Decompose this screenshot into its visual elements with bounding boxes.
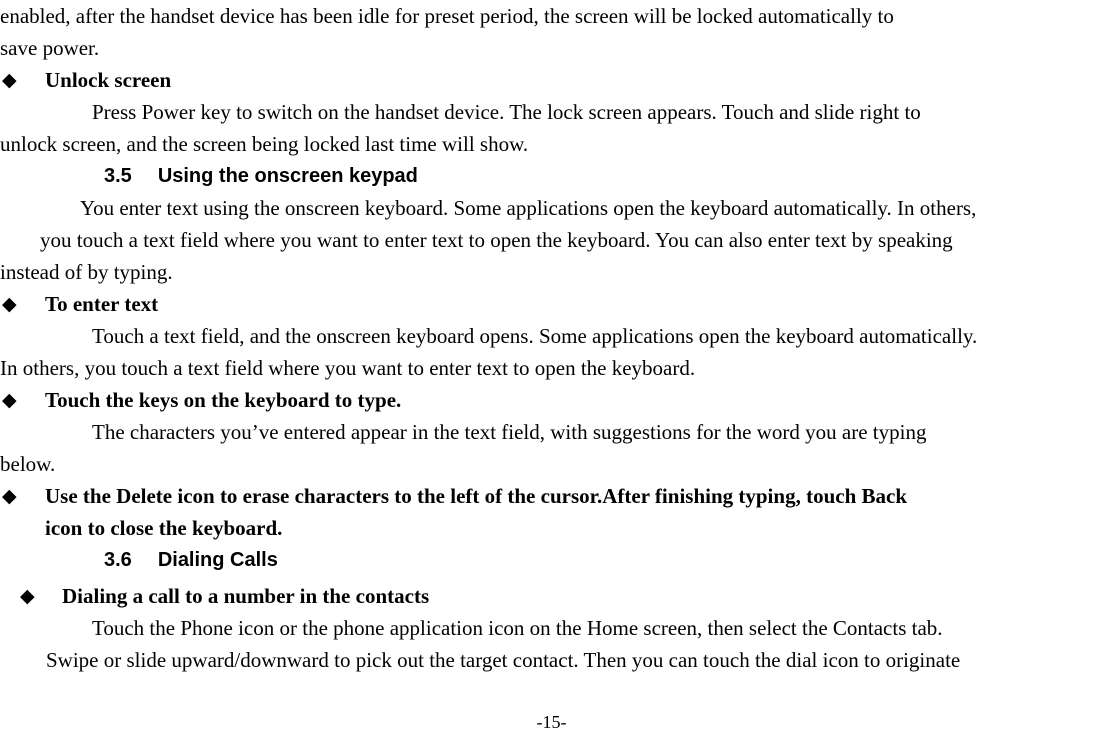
bullet-touch-keys-label: Touch the keys on the keyboard to type. [45,388,402,412]
touch-keys-body-line-2: below. [0,452,56,476]
section-heading-3-6-number: 3.6 [104,549,132,571]
keypad-paragraph: You enter text using the onscreen keyboa… [0,192,1100,288]
dialing-contact-body-line-1: Touch the Phone icon or the phone applic… [92,616,943,640]
document-page: enabled, after the handset device has be… [0,0,1103,735]
bullet-unlock-screen-label: Unlock screen [45,68,172,92]
diamond-bullet-icon: ◆ [20,585,35,607]
keypad-paragraph-line-3: instead of by typing. [0,260,173,284]
to-enter-text-body-line-1: Touch a text field, and the onscreen key… [92,324,978,348]
diamond-bullet-icon: ◆ [2,293,17,315]
intro-paragraph-line-1: enabled, after the handset device has be… [0,4,894,28]
intro-paragraph: enabled, after the handset device has be… [0,0,1100,64]
touch-keys-body: The characters you’ve entered appear in … [0,416,1100,480]
section-heading-3-5-title: Using the onscreen keypad [157,165,418,187]
to-enter-text-body: Touch a text field, and the onscreen key… [0,320,1100,384]
bullet-touch-keys: ◆ Touch the keys on the keyboard to type… [0,384,1100,416]
bullet-delete-icon-line-1: Use the Delete icon to erase characters … [45,484,908,508]
bullet-delete-icon-line-2: icon to close the keyboard. [45,516,283,540]
section-heading-3-5-number: 3.5 [104,165,132,187]
bullet-dialing-contact: ◆ Dialing a call to a number in the cont… [0,580,1100,612]
to-enter-text-body-line-2: In others, you touch a text field where … [0,356,696,380]
bullet-to-enter-text: ◆ To enter text [0,288,1100,320]
page-content: enabled, after the handset device has be… [0,0,1100,676]
touch-keys-body-line-1: The characters you’ve entered appear in … [92,420,927,444]
dialing-contact-body-line-2: Swipe or slide upward/downward to pick o… [46,648,961,672]
unlock-screen-body: Press Power key to switch on the handset… [0,96,1100,160]
bullet-dialing-contact-label: Dialing a call to a number in the contac… [62,584,430,608]
keypad-paragraph-line-2: you touch a text field where you want to… [40,228,953,252]
dialing-contact-body: Touch the Phone icon or the phone applic… [0,612,1100,676]
unlock-screen-body-line-2: unlock screen, and the screen being lock… [0,132,529,156]
keypad-paragraph-line-1: You enter text using the onscreen keyboa… [80,196,977,220]
diamond-bullet-icon: ◆ [2,485,17,507]
bullet-delete-icon: ◆ Use the Delete icon to erase character… [0,480,1100,544]
bullet-unlock-screen: ◆ Unlock screen [0,64,1100,96]
section-heading-3-6: 3.6 Dialing Calls [0,544,1100,576]
diamond-bullet-icon: ◆ [2,389,17,411]
bullet-to-enter-text-label: To enter text [45,292,159,316]
bullet-delete-icon-text: Use the Delete icon to erase characters … [45,480,1100,544]
page-number: -15- [536,712,567,732]
intro-paragraph-line-2: save power. [0,36,100,60]
unlock-screen-body-line-1: Press Power key to switch on the handset… [92,100,921,124]
diamond-bullet-icon: ◆ [2,69,17,91]
section-heading-3-5: 3.5 Using the onscreen keypad [0,160,1100,192]
section-heading-3-6-title: Dialing Calls [157,549,278,571]
